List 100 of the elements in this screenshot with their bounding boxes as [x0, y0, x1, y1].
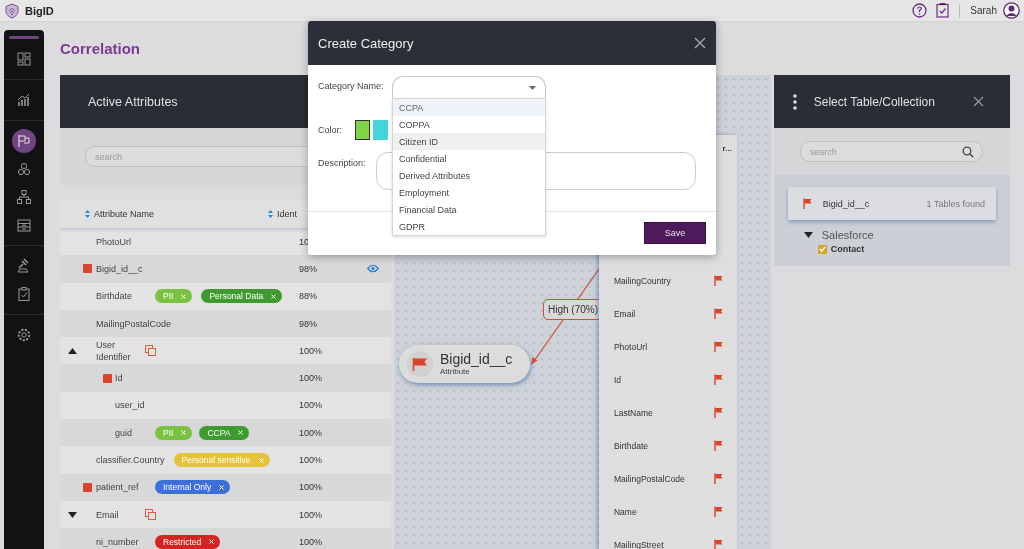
more-options-icon[interactable] — [792, 93, 797, 110]
table-row[interactable]: Email 100% — [60, 500, 391, 529]
node-title: Bigid_id__c — [439, 352, 513, 367]
help-icon[interactable] — [912, 3, 928, 18]
collapse-arrow-icon[interactable] — [803, 232, 813, 238]
attribute-name: Id — [115, 373, 124, 384]
dropdown-option[interactable]: GDPR — [393, 218, 545, 235]
column-item[interactable]: LastName — [613, 407, 653, 418]
table-row[interactable]: User Identifier 100% — [60, 337, 391, 365]
table-row[interactable]: guid PII CCPA 100% — [60, 419, 391, 447]
graph-node[interactable]: Bigid_id__c Attribute — [398, 345, 530, 383]
table-row[interactable]: patient_ref Internal Only 100% — [60, 473, 391, 501]
circles-icon — [16, 161, 32, 177]
column-item[interactable]: Birthdate — [613, 440, 648, 451]
remove-icon[interactable] — [238, 430, 244, 436]
close-icon[interactable] — [694, 37, 706, 49]
identity-score: 100% — [298, 536, 323, 547]
flag-icon — [411, 357, 428, 371]
identity-score: 100% — [298, 427, 323, 438]
column-header[interactable]: Ident — [277, 209, 298, 219]
brand-name: BigID — [25, 4, 54, 17]
result-card[interactable]: Bigid_id__c 1 Tables found — [787, 187, 996, 220]
dropdown-option[interactable]: Citizen ID — [393, 133, 545, 150]
attribute-name: user_id — [115, 400, 146, 411]
task-list-icon[interactable] — [936, 3, 950, 18]
table-row[interactable]: Id 100% — [60, 364, 391, 392]
flag-icon — [713, 473, 723, 484]
color-swatch[interactable] — [373, 120, 388, 140]
column-item[interactable]: Email — [613, 308, 636, 319]
attribute-name: PhotoUrl — [96, 236, 132, 247]
column-item[interactable]: MailingCountry — [613, 275, 671, 286]
avatar-icon[interactable] — [1003, 2, 1020, 19]
attribute-name: classifier.Country — [96, 455, 165, 465]
table-row[interactable]: Birthdate PII Personal Data 88% — [60, 282, 391, 310]
checkbox[interactable] — [817, 244, 827, 254]
table-row[interactable]: MailingPostalCode 98% — [60, 309, 391, 338]
fingerprint-logo-icon — [5, 2, 19, 19]
gavel-icon — [16, 258, 32, 274]
dashboard-icon — [16, 51, 32, 67]
column-item[interactable]: Id — [613, 374, 622, 385]
expand-arrow-icon[interactable] — [68, 511, 77, 518]
eye-icon[interactable] — [366, 264, 379, 274]
attribute-name: patient_ref — [96, 482, 140, 493]
field-label: Category Name: — [318, 81, 384, 91]
category-tag[interactable]: Personal Data — [201, 289, 283, 304]
category-tag[interactable]: CCPA — [199, 425, 250, 440]
remove-icon[interactable] — [209, 539, 215, 545]
table-row[interactable]: Bigid_id__c 98% — [60, 255, 391, 283]
remove-icon[interactable] — [219, 484, 225, 490]
column-item[interactable]: PhotoUrl — [613, 341, 648, 352]
flag-icon — [713, 407, 723, 418]
category-tag[interactable]: Internal Only — [155, 480, 231, 495]
dropdown-option[interactable]: Derived Attributes — [393, 167, 545, 184]
column-item[interactable]: MailingStreet — [613, 539, 664, 549]
column-title: r... — [722, 143, 732, 153]
attribute-name: MailingPostalCode — [96, 318, 172, 329]
search-icon — [962, 145, 974, 158]
flag-icon — [713, 440, 723, 451]
table-name: Bigid_id__c — [822, 198, 870, 209]
close-icon[interactable] — [973, 96, 984, 107]
field-label: Color: — [318, 125, 342, 135]
dropdown-option[interactable]: CCPA — [393, 99, 545, 116]
flag-icon — [713, 308, 723, 319]
dropdown-option[interactable]: Confidential — [393, 150, 545, 167]
sidebar-item[interactable] — [12, 129, 36, 153]
table-row[interactable]: ni_number Restricted 100% — [60, 528, 391, 549]
column-item[interactable]: Name — [613, 506, 637, 517]
column-header[interactable]: Attribute Name — [94, 209, 155, 219]
attribute-name: Birthdate — [96, 291, 134, 302]
caret-icon — [529, 85, 536, 90]
identity-score: 100% — [298, 455, 323, 465]
table-row[interactable]: user_id 100% — [60, 391, 391, 420]
color-swatch[interactable] — [355, 120, 370, 140]
identity-score: 100% — [298, 509, 323, 520]
source-name: Salesforce — [821, 229, 874, 241]
remove-icon[interactable] — [271, 293, 277, 299]
attribute-name: User Identifier — [96, 338, 132, 363]
attribute-name: Email — [96, 508, 120, 521]
field-label: Description: — [318, 158, 366, 168]
identity-score: 100% — [298, 345, 323, 356]
identity-score: 98% — [298, 263, 318, 274]
user-name[interactable]: Sarah — [970, 5, 997, 16]
category-tag[interactable]: Restricted — [155, 534, 221, 549]
column-item[interactable]: MailingPostalCode — [613, 473, 685, 484]
dialog-title: Create Category — [318, 35, 414, 51]
table-name[interactable]: Contact — [830, 244, 865, 254]
sort-icon[interactable] — [85, 210, 90, 218]
clipboard-icon — [16, 286, 32, 302]
hierarchy-icon — [16, 189, 32, 205]
panel-title: Select Table/Collection — [813, 94, 935, 109]
collapse-arrow-icon[interactable] — [68, 347, 77, 354]
dropdown-option[interactable]: Financial Data — [393, 201, 545, 218]
save-button[interactable]: Save — [644, 222, 706, 244]
flag-icon — [713, 506, 723, 517]
dropdown-option[interactable]: COPPA — [393, 116, 545, 133]
flag-icon — [16, 133, 32, 149]
bar-chart-icon — [16, 92, 32, 108]
sort-icon[interactable] — [268, 210, 273, 218]
dropdown-option[interactable]: Employment — [393, 184, 545, 201]
flag-icon — [713, 275, 723, 286]
